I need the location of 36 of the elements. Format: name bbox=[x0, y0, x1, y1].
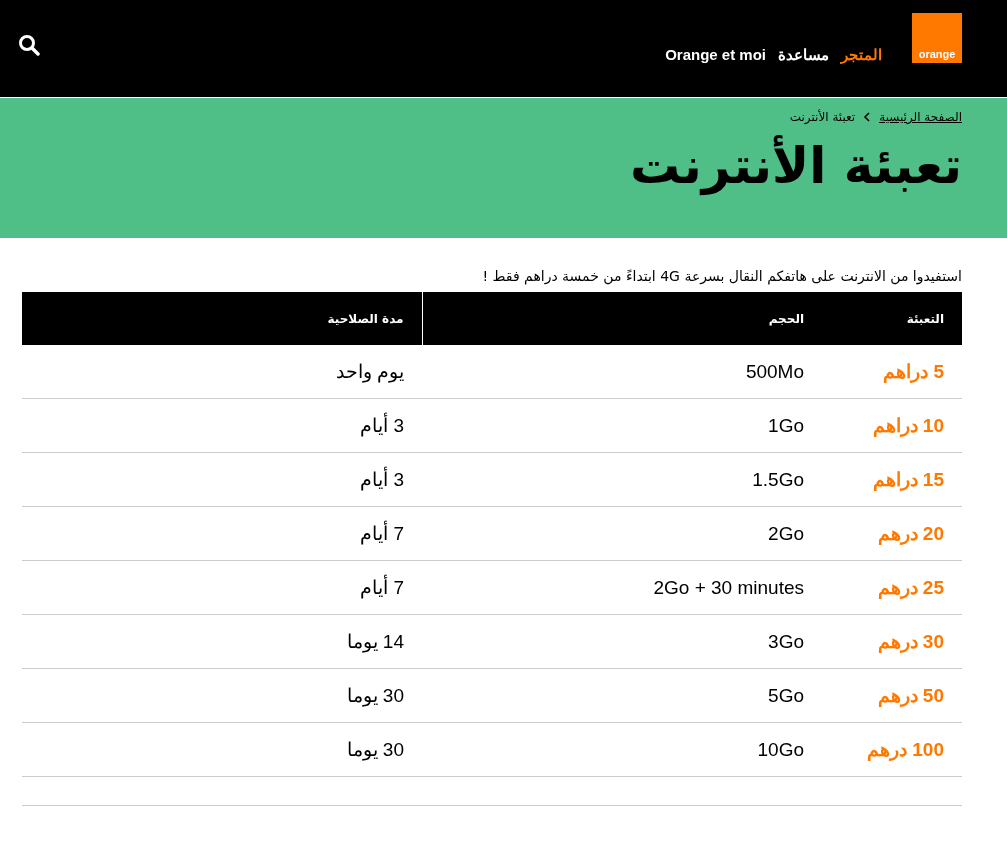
breadcrumb-current: تعبئة الأنترنت bbox=[789, 110, 856, 124]
table-cell: 30 يوما bbox=[22, 668, 422, 723]
nav-link[interactable]: مساعدة bbox=[778, 45, 829, 64]
table-cell: 7 أيام bbox=[22, 560, 422, 615]
table-cell: 2Go + 30 minutes bbox=[422, 560, 822, 615]
table-cell: 7 أيام bbox=[22, 506, 422, 561]
chevron-icon bbox=[863, 112, 872, 122]
breadcrumb-link[interactable]: الصفحة الرئيسية bbox=[879, 110, 962, 124]
table-cell: 3 أيام bbox=[22, 452, 422, 507]
table-cell: 50 درهم bbox=[822, 668, 962, 723]
table-cell: 500Mo bbox=[422, 345, 822, 399]
page-title: تعبئة الأنترنت bbox=[629, 136, 962, 196]
intro-text: استفيدوا من الانترنت على هاتفكم النقال بسرعة 4G ابتداءً من خمسة دراهم فقط ! bbox=[481, 268, 962, 284]
table-cell: 5Go bbox=[422, 668, 822, 723]
table-cell: يوم واحد bbox=[22, 345, 422, 399]
table-cell: 20 درهم bbox=[822, 506, 962, 561]
column-header: التعبئة bbox=[822, 292, 962, 345]
table-cell: 3 أيام bbox=[22, 398, 422, 453]
table-cell: 30 يوما bbox=[22, 722, 422, 777]
table-cell: 5 دراهم bbox=[822, 345, 962, 399]
table-cell: 3Go bbox=[422, 614, 822, 669]
table-cell: 1Go bbox=[422, 398, 822, 453]
table-cell: 10Go bbox=[422, 722, 822, 777]
column-header: مدة الصلاحية bbox=[22, 292, 422, 345]
table-cell: 10 دراهم bbox=[822, 398, 962, 453]
nav-link[interactable]: Orange et moi bbox=[665, 45, 766, 64]
table-cell: 1.5Go bbox=[422, 452, 822, 507]
nav-link[interactable]: المتجر bbox=[841, 45, 882, 64]
table-cell: 25 درهم bbox=[822, 560, 962, 615]
column-header: الحجم bbox=[422, 292, 822, 345]
table-cell: 30 درهم bbox=[822, 614, 962, 669]
table-cell: 15 دراهم bbox=[822, 452, 962, 507]
table-cell: 14 يوما bbox=[22, 614, 422, 669]
table-cell: 100 درهم bbox=[822, 722, 962, 777]
table-cell: 2Go bbox=[422, 506, 822, 561]
search-icon[interactable] bbox=[18, 33, 40, 56]
